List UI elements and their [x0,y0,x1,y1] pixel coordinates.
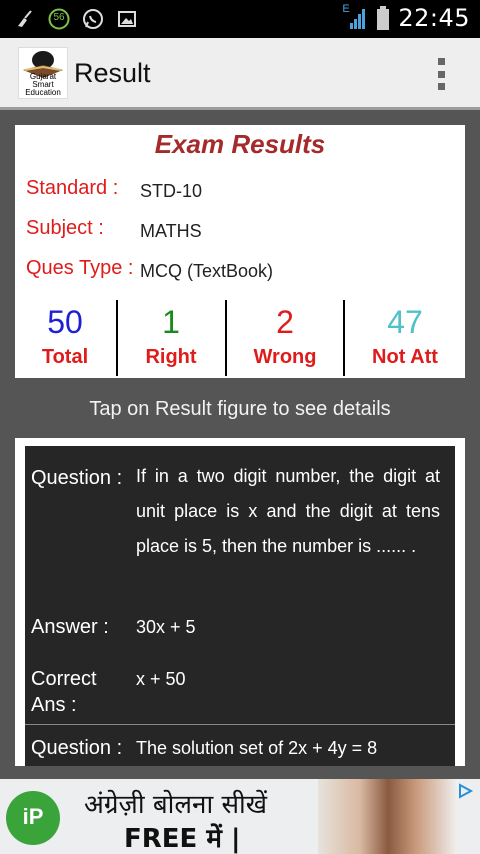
correct-ans-label: Correct Ans : [31,668,97,716]
hint-text: Tap on Result figure to see details [89,398,391,420]
standard-row: Standard : STD-10 [26,177,456,207]
stat-right-value: 1 [162,304,180,340]
question-panel[interactable]: Question : If in a two digit number, the… [25,446,455,766]
stat-total[interactable]: 50 Total [15,300,115,378]
correct-ans-text: x + 50 [136,669,186,689]
answer-label: Answer : [31,616,109,638]
stat-not-att-value: 47 [387,304,423,340]
app-logo[interactable]: Gujarat Smart Education [18,47,68,99]
subject-label: Subject : [26,217,104,239]
stat-wrong-value: 2 [276,304,294,340]
stat-divider [116,300,118,376]
overflow-menu-icon[interactable] [438,58,446,90]
logo-text: Gujarat Smart Education [25,72,61,97]
question-divider [25,724,455,725]
standard-label: Standard : [26,177,119,199]
ad-subline: FREE में | [124,824,241,854]
notification-count-icon: 56 [48,8,70,30]
stat-wrong[interactable]: 2 Wrong [227,300,343,378]
stat-not-attempted[interactable]: 47 Not Att [345,300,465,378]
question-text-2: The solution set of 2x + 4y = 8 [136,738,378,758]
ad-choices-icon[interactable] [456,781,476,801]
ad-banner[interactable]: iP अंग्रेज़ी बोलना सीखें FREE में | [0,779,480,854]
stat-right-label: Right [145,346,197,368]
image-icon [116,8,138,30]
stat-total-label: Total [41,346,89,368]
action-bar: Gujarat Smart Education Result [0,38,480,110]
question-text: If in a two digit number, the digit at u… [136,466,440,556]
ques-type-row: Ques Type : MCQ (TextBook) [26,257,456,287]
ad-person-image [318,779,458,854]
ques-type-value: MCQ (TextBook) [140,261,274,281]
notification-count: 56 [53,12,65,23]
result-stats[interactable]: 50 Total 1 Right 2 Wrong 47 Not Att [15,300,465,378]
subject-value: MATHS [140,221,202,241]
page-title: Result [74,58,151,88]
question-label: Question : [31,467,123,489]
ad-logo-text: iP [22,804,44,829]
ad-logo-icon: iP [6,791,60,845]
broom-icon [14,8,36,30]
question-list[interactable]: Question : If in a two digit number, the… [15,438,465,766]
stat-wrong-label: Wrong [253,346,317,368]
signal-icon: E [342,3,368,31]
status-bar: 56 E 22:45 [0,0,480,38]
subject-row: Subject : MATHS [26,217,456,247]
question-label-2: Question : [31,737,123,759]
results-heading: Exam Results [154,129,326,159]
answer-text: 30x + 5 [136,617,196,637]
standard-value: STD-10 [140,181,203,201]
exam-results-card: Exam Results Standard : STD-10 Subject :… [15,125,465,378]
stat-right[interactable]: 1 Right [119,300,223,378]
stat-total-value: 50 [47,304,83,340]
ad-headline: अंग्रेज़ी बोलना सीखें [84,790,268,820]
whatsapp-icon [82,8,104,30]
battery-icon [376,6,390,30]
stat-not-att-label: Not Att [372,346,438,368]
status-time: 22:45 [398,4,470,32]
ques-type-label: Ques Type : [26,257,134,279]
